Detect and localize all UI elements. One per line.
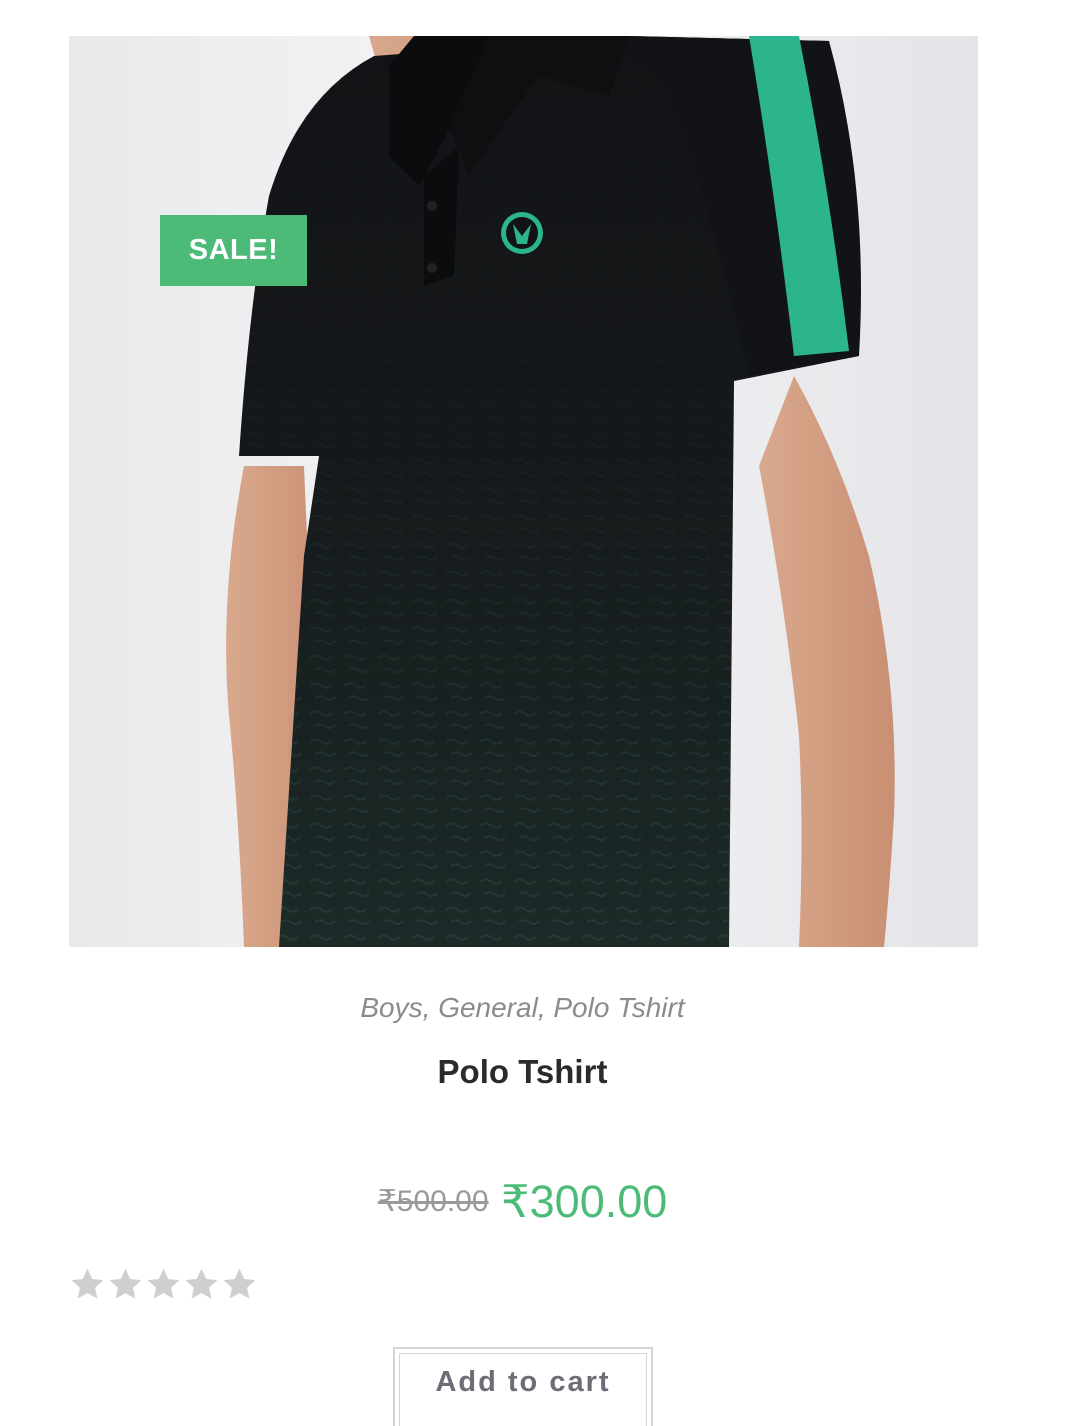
- product-price: ₹500.00 ₹300.00: [0, 1175, 1045, 1228]
- category-separator: ,: [422, 992, 431, 1023]
- category-separator: ,: [537, 992, 546, 1023]
- product-title[interactable]: Polo Tshirt: [0, 1053, 1045, 1091]
- category-link-general[interactable]: General: [438, 992, 538, 1023]
- sale-price: ₹300.00: [501, 1176, 668, 1227]
- star-icon: [147, 1268, 180, 1299]
- product-card: SALE! Boys, General, Polo Tshirt Polo Ts…: [0, 0, 1073, 1426]
- polo-shirt-photo: [226, 36, 895, 947]
- add-to-cart-button[interactable]: Add to cart: [393, 1347, 653, 1426]
- star-rating: [69, 1266, 258, 1303]
- brand-logo-icon: [501, 212, 543, 254]
- original-price: ₹500.00: [377, 1185, 489, 1218]
- sale-badge: SALE!: [160, 215, 307, 286]
- product-image[interactable]: [69, 36, 978, 947]
- star-icon: [185, 1268, 218, 1299]
- star-icon: [109, 1268, 142, 1299]
- category-link-boys[interactable]: Boys: [360, 992, 422, 1023]
- add-to-cart-label: Add to cart: [399, 1353, 647, 1426]
- star-icon: [71, 1268, 104, 1299]
- product-categories: Boys, General, Polo Tshirt: [0, 992, 1045, 1024]
- category-link-polo-tshirt[interactable]: Polo Tshirt: [553, 992, 684, 1023]
- star-icon: [223, 1268, 256, 1299]
